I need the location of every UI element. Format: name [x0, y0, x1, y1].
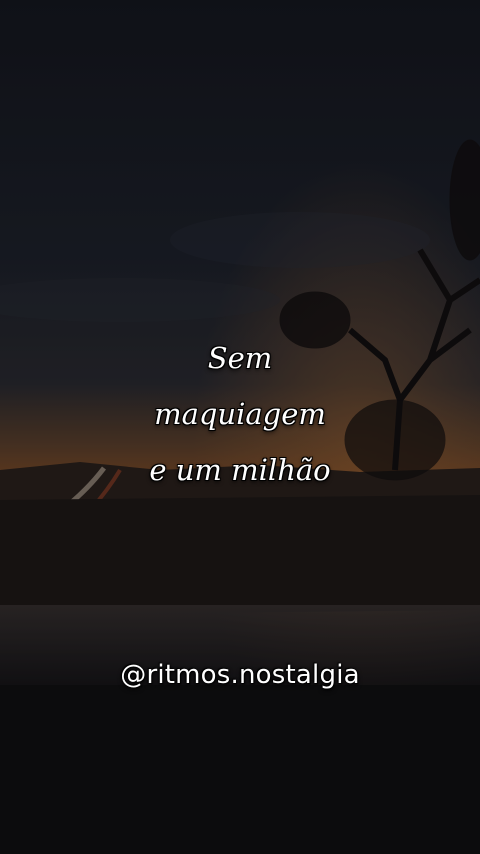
caption-line-3: e um milhão	[149, 453, 331, 487]
caption-line-2: maquiagem	[154, 397, 326, 431]
video-caption: Sem maquiagem e um milhão	[0, 330, 480, 498]
video-frame[interactable]: Sem maquiagem e um milhão @ritmos.nostal…	[0, 0, 480, 854]
caption-line-1: Sem	[207, 341, 273, 375]
watermark-handle: @ritmos.nostalgia	[120, 660, 360, 690]
